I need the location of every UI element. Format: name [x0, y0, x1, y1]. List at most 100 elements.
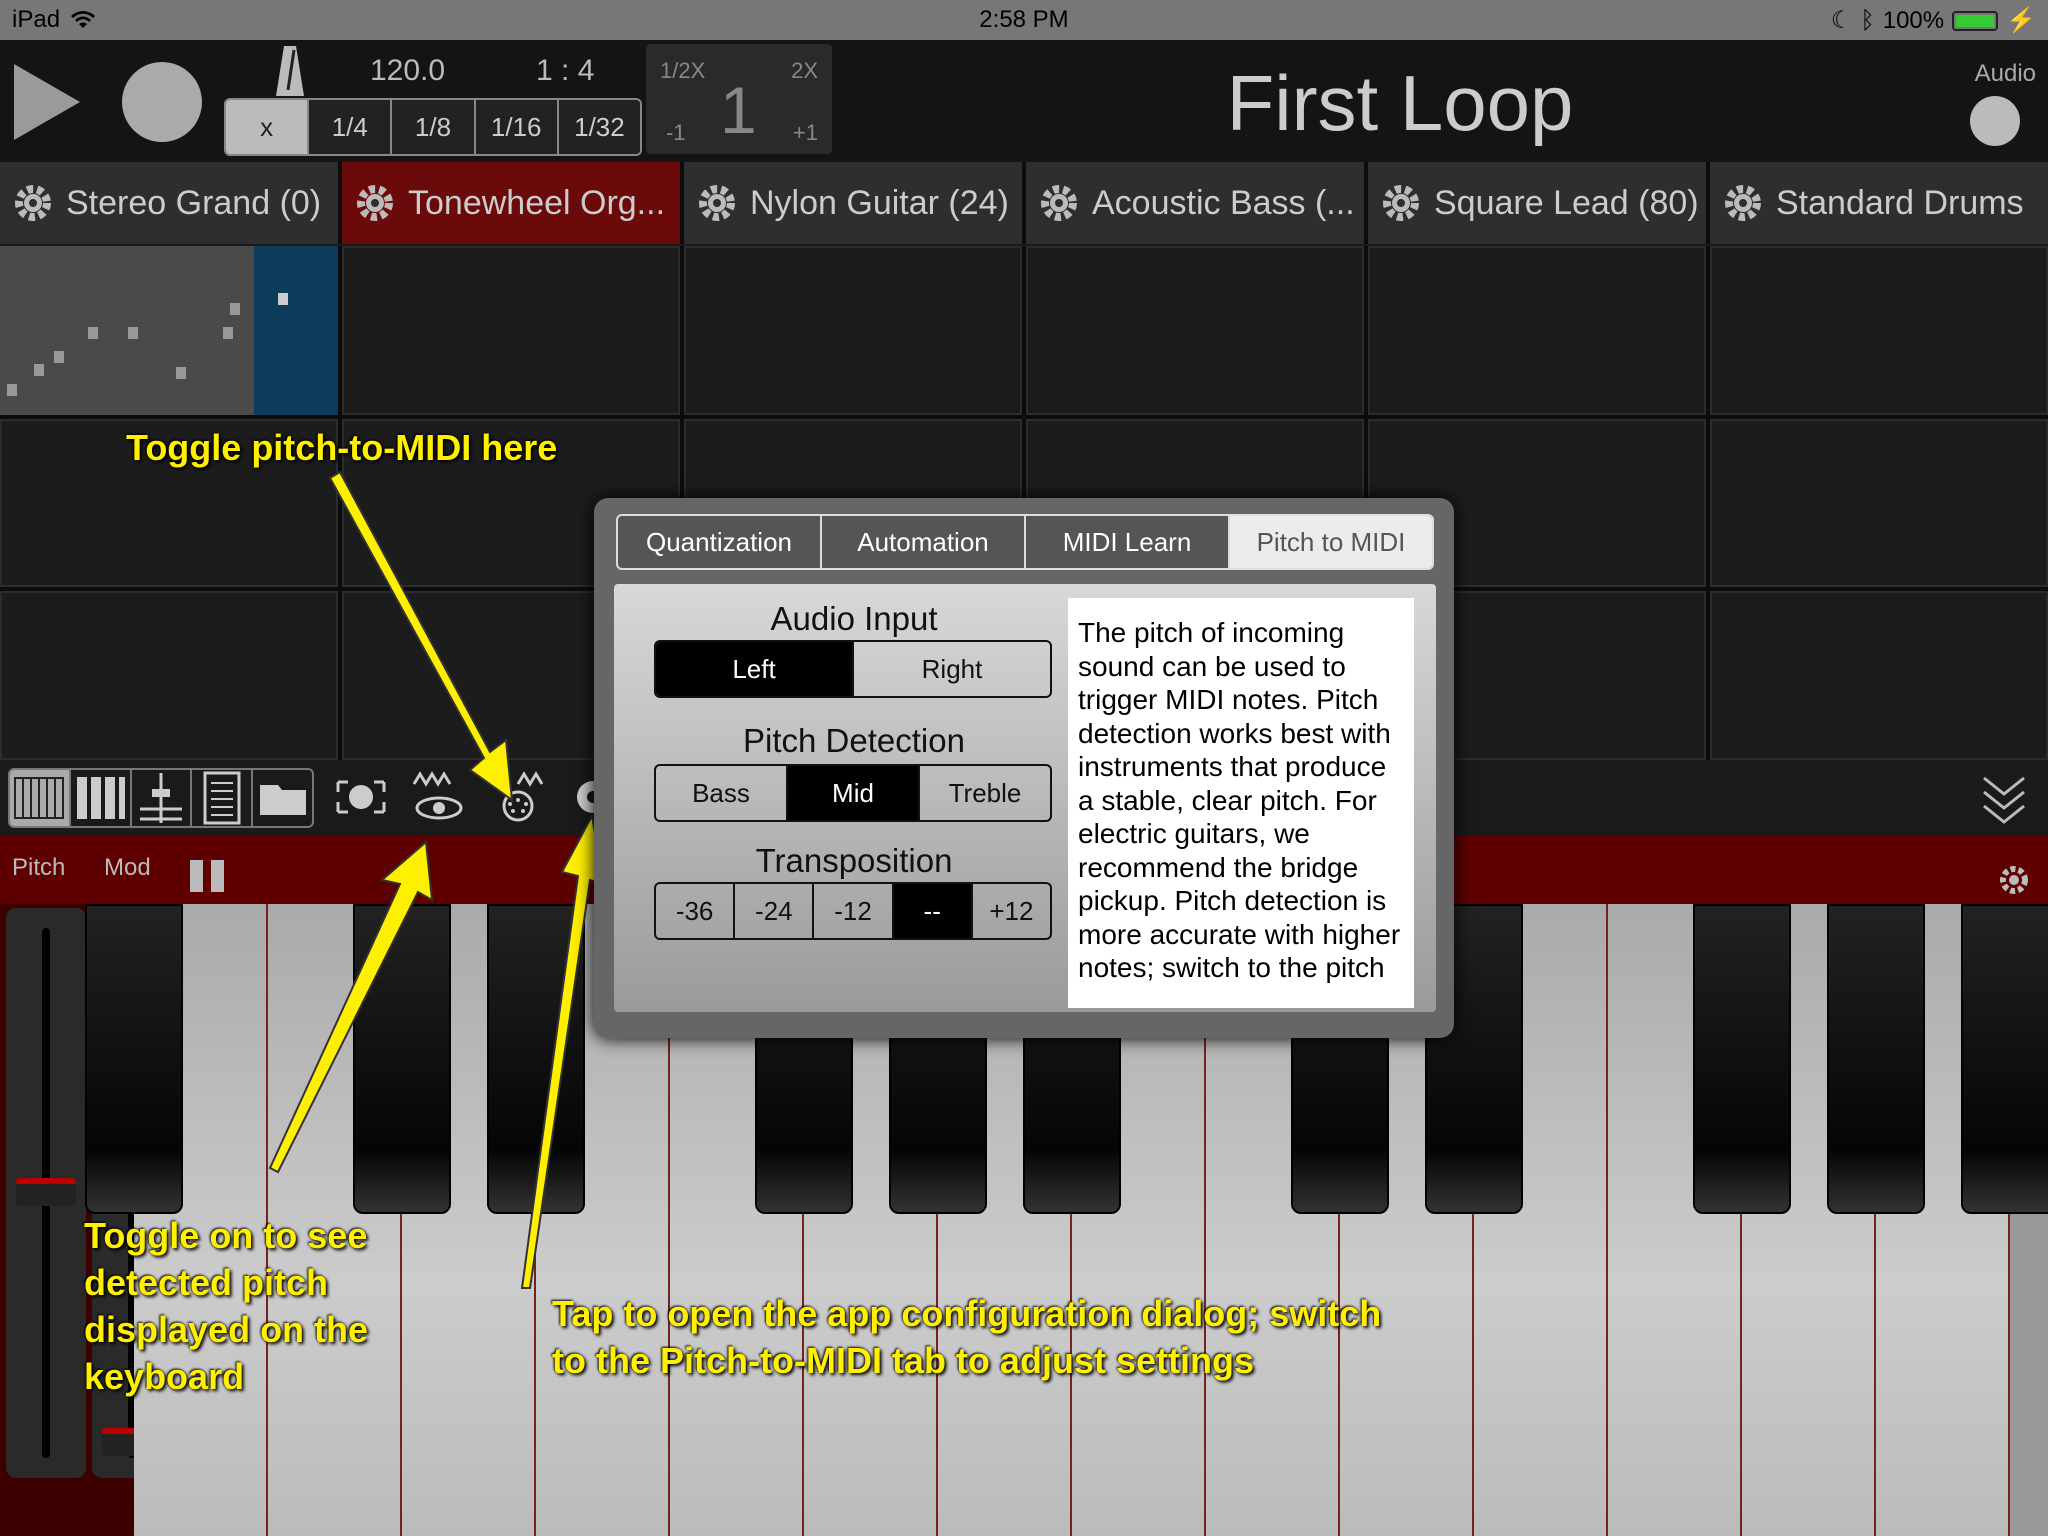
- pitch-detection-mid[interactable]: Mid: [788, 766, 920, 820]
- track-header[interactable]: Stereo Grand (0): [0, 162, 338, 244]
- black-key[interactable]: [1693, 904, 1791, 1214]
- quantize-option[interactable]: 1/32: [558, 100, 640, 154]
- time-signature[interactable]: 1 : 4: [536, 54, 594, 88]
- track-settings-gear-icon[interactable]: [10, 180, 56, 226]
- clip-cell[interactable]: [1026, 246, 1364, 415]
- clock: 2:58 PM: [979, 6, 1069, 33]
- track-header-row: Stereo Grand (0) Tonewheel Org... Nylon Gu…: [0, 162, 2048, 244]
- mixer-view-button[interactable]: [132, 770, 193, 826]
- tab-pitch-to-midi[interactable]: Pitch to MIDI: [1230, 516, 1432, 568]
- keyboard-view-button[interactable]: [10, 770, 71, 826]
- track-settings-gear-icon[interactable]: [352, 180, 398, 226]
- annotation-line: detected pitch: [84, 1262, 329, 1303]
- clip-cell[interactable]: [684, 246, 1022, 415]
- quantize-option[interactable]: 1/8: [392, 100, 476, 154]
- black-key[interactable]: [85, 904, 183, 1214]
- clip-cell[interactable]: [1710, 246, 2048, 415]
- pitch-detection-selector: Bass Mid Treble: [654, 764, 1052, 822]
- metronome-icon[interactable]: [276, 44, 304, 96]
- battery-percent: 100%: [1882, 6, 1945, 34]
- keyboard-settings-gear-icon[interactable]: [1996, 862, 2032, 898]
- track-name: Tonewheel Org...: [408, 183, 666, 222]
- annotation-see-pitch: Toggle on to see detected pitch displaye…: [84, 1212, 368, 1400]
- mod-wheel-label: Mod: [104, 854, 151, 881]
- track-name: Stereo Grand (0): [66, 183, 322, 222]
- playhead-region: [254, 246, 338, 415]
- transposition-selector: -36 -24 -12 -- +12: [654, 882, 1052, 940]
- show-pitch-eye-icon[interactable]: [410, 766, 468, 824]
- files-button[interactable]: [253, 770, 312, 826]
- track-header[interactable]: Nylon Guitar (24): [684, 162, 1022, 244]
- quantize-option[interactable]: x: [226, 100, 310, 154]
- audio-input-left[interactable]: Left: [656, 642, 854, 696]
- midi-note: [54, 350, 65, 363]
- capture-icon[interactable]: [332, 768, 390, 826]
- speed-plus[interactable]: +1: [793, 120, 818, 146]
- speed-minus[interactable]: -1: [666, 120, 686, 146]
- black-key[interactable]: [487, 904, 585, 1214]
- clip-cell[interactable]: [1710, 591, 2048, 760]
- transpose-option[interactable]: -36: [656, 884, 736, 938]
- quantize-option[interactable]: 1/4: [309, 100, 393, 154]
- pitch-to-midi-icon[interactable]: [490, 766, 548, 824]
- tab-automation[interactable]: Automation: [822, 516, 1026, 568]
- tab-midi-learn[interactable]: MIDI Learn: [1026, 516, 1230, 568]
- clip-cell[interactable]: [0, 246, 338, 415]
- tab-quantization[interactable]: Quantization: [618, 516, 822, 568]
- fader-icon: [139, 773, 182, 823]
- clip-cell[interactable]: [342, 246, 680, 415]
- pitch-detection-bass[interactable]: Bass: [656, 766, 788, 820]
- track-header[interactable]: Standard Drums: [1710, 162, 2048, 244]
- midi-note: [128, 326, 139, 339]
- keyboard-icon: [14, 777, 65, 819]
- tempo-value[interactable]: 120.0: [370, 54, 445, 88]
- record-button[interactable]: [122, 62, 202, 142]
- pitch-wheel[interactable]: [6, 908, 86, 1478]
- speed-control[interactable]: 1/2X 2X 1 -1 +1: [646, 44, 832, 154]
- pitch-wheel-thumb[interactable]: [16, 1178, 76, 1206]
- status-bar: iPad 2:58 PM ☾ ᛒ 100% ⚡: [0, 0, 2048, 40]
- double-speed-label[interactable]: 2X: [791, 58, 818, 84]
- quantize-option[interactable]: 1/16: [475, 100, 559, 154]
- midi-note: [6, 384, 17, 397]
- view-mode-group: [8, 768, 314, 828]
- black-key[interactable]: [353, 904, 451, 1214]
- song-title[interactable]: First Loop: [900, 58, 1900, 149]
- transpose-option[interactable]: -24: [735, 884, 815, 938]
- annotation-config: Tap to open the app configuration dialog…: [552, 1290, 1381, 1384]
- track-name: Standard Drums: [1776, 183, 2024, 222]
- annotation-line: Tap to open the app configuration dialog…: [552, 1293, 1382, 1334]
- help-text: The pitch of incoming sound can be used …: [1068, 598, 1414, 1008]
- midi-note: [278, 293, 288, 306]
- transpose-option[interactable]: --: [893, 884, 973, 938]
- track-header[interactable]: Square Lead (80): [1368, 162, 1706, 244]
- track-settings-gear-icon[interactable]: [1720, 180, 1766, 226]
- clip-cell[interactable]: [1368, 246, 1706, 415]
- track-settings-gear-icon[interactable]: [1378, 180, 1424, 226]
- transpose-option[interactable]: -12: [814, 884, 894, 938]
- pause-icon[interactable]: [190, 860, 224, 892]
- notes-view-button[interactable]: [192, 770, 254, 826]
- pads-view-button[interactable]: [71, 770, 132, 826]
- track-header[interactable]: Tonewheel Org...: [342, 162, 680, 244]
- quantize-selector: x 1/4 1/8 1/16 1/32: [224, 98, 642, 156]
- clip-cell[interactable]: [1710, 418, 2048, 588]
- midi-note: [87, 326, 98, 339]
- track-header[interactable]: Acoustic Bass (...: [1026, 162, 1364, 244]
- black-key[interactable]: [1961, 904, 2048, 1214]
- annotation-toggle-pitch: Toggle pitch-to-MIDI here: [126, 427, 558, 468]
- track-settings-gear-icon[interactable]: [1036, 180, 1082, 226]
- folder-icon: [259, 785, 306, 815]
- transpose-option[interactable]: +12: [973, 884, 1050, 938]
- clip-cell[interactable]: [0, 591, 338, 760]
- audio-label: Audio: [1974, 60, 2036, 87]
- document-icon: [203, 771, 241, 825]
- half-speed-label[interactable]: 1/2X: [660, 58, 705, 84]
- pitch-detection-treble[interactable]: Treble: [920, 766, 1050, 820]
- track-settings-gear-icon[interactable]: [694, 180, 740, 226]
- collapse-chevron-icon[interactable]: [1980, 774, 2028, 828]
- play-button[interactable]: [14, 64, 80, 140]
- audio-input-right[interactable]: Right: [854, 642, 1050, 696]
- black-key[interactable]: [1827, 904, 1925, 1214]
- audio-input-button[interactable]: [1970, 96, 2020, 146]
